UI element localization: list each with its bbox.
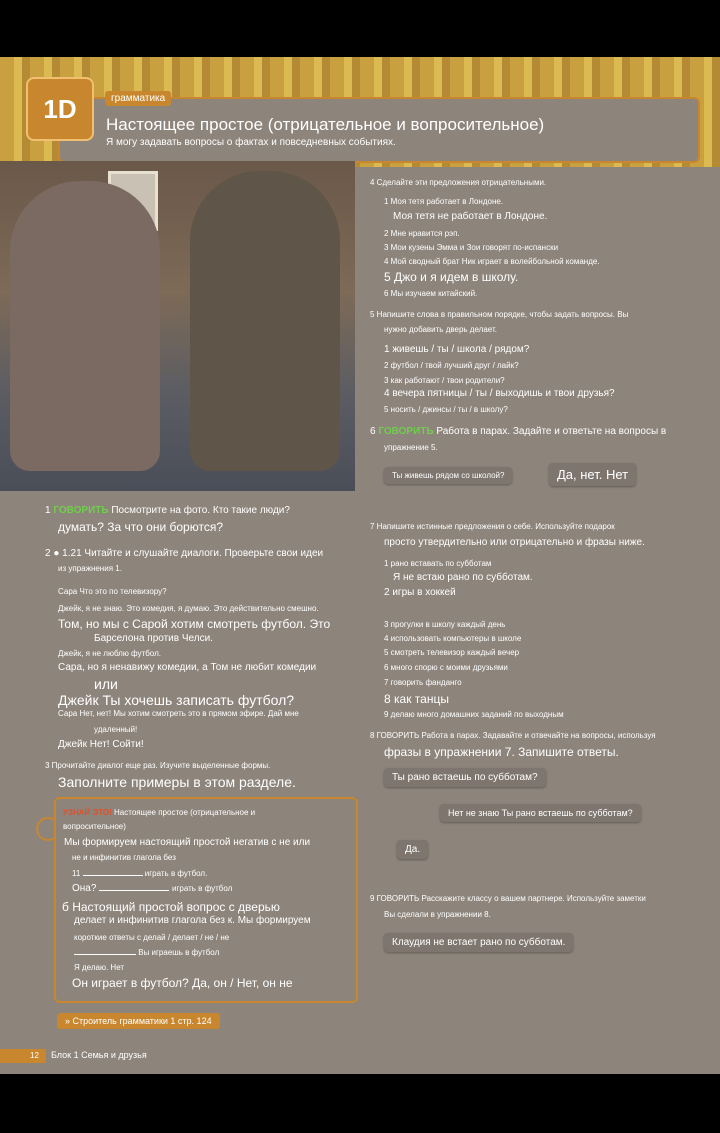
ex7-item: 3 прогулки в школу каждый день <box>384 620 506 629</box>
ex4-item: 5 Джо и я идем в школу. <box>384 270 519 284</box>
speech-bubble-question: Ты рано встаешь по субботам? <box>384 768 546 787</box>
dialogue-line: удаленный! <box>94 725 138 734</box>
ex9-instruction: 9 ГОВОРИТЬ Расскажите классу о вашем пар… <box>370 894 646 903</box>
teens-photo <box>0 161 355 491</box>
ex8-instruction-line2: фразы в упражнении 7. Запишите ответы. <box>384 745 619 759</box>
speech-bubble-statement: Клаудия не встает рано по субботам. <box>384 933 574 952</box>
learn-rule-a2: не и инфинитив глагола без <box>72 853 176 862</box>
dialogue-line: Сара Что это по телевизору? <box>58 587 167 596</box>
learn-rule-b1: б Настоящий простой вопрос с дверью <box>62 900 280 914</box>
ex5-item: 2 футбол / твой лучший друг / лайк? <box>384 361 519 370</box>
grammar-builder-link[interactable]: » Строитель грамматики 1 стр. 124 <box>57 1013 220 1029</box>
section-tag: грамматика <box>105 91 172 106</box>
dialogue-line: Джейк Ты хочешь записать футбол? <box>58 692 295 708</box>
ex9-instruction-line2: Вы сделали в упражнении 8. <box>384 910 491 919</box>
dialogue-line: или <box>94 676 118 692</box>
boy-figure <box>190 171 340 471</box>
girl-figure <box>10 181 160 471</box>
ex3-line2: Заполните примеры в этом разделе. <box>58 774 296 790</box>
ex4-example-answer: Моя тетя не работает в Лондоне. <box>393 211 548 222</box>
ex3-line1: 3 Прочитайте диалог еще раз. Изучите выд… <box>45 761 271 770</box>
ex5-item: 1 живешь / ты / школа / рядом? <box>384 344 530 355</box>
footer-label: Блок 1 Семья и друзья <box>51 1050 147 1060</box>
ex8-instruction: 8 ГОВОРИТЬ Работа в парах. Задавайте и о… <box>370 731 656 740</box>
learn-heading: УЗНАЙ ЭТО! Настоящее простое (отрицатель… <box>63 808 256 817</box>
learn-rule-b5: Я делаю. Нет <box>74 963 125 972</box>
ex7-item: 5 смотреть телевизор каждый вечер <box>384 648 520 657</box>
ex6-instruction-line2: упражнение 5. <box>384 443 438 452</box>
ex2-line2: из упражнения 1. <box>58 564 122 573</box>
dialogue-line: Джейк Нет! Сойти! <box>58 739 144 750</box>
ex7-item: 9 делаю много домашних заданий по выходн… <box>384 710 564 719</box>
speech-bubble-short: Да. <box>397 840 429 859</box>
ex7-item: 6 много спорю с моими друзьями <box>384 663 508 672</box>
learn-rule-b3: короткие ответы с делай / делает / не / … <box>74 933 230 942</box>
speech-bubble-question: Ты живешь рядом со школой? <box>384 467 513 484</box>
dialogue-line: Джейк, я не знаю. Это комедия, я думаю. … <box>58 604 319 613</box>
page-subtitle: Я могу задавать вопросы о фактах и повсе… <box>106 137 396 148</box>
learn-rule-b6: Он играет в футбол? Да, он / Нет, он не <box>72 976 293 990</box>
ex6-instruction: 6 ГОВОРИТЬ Работа в парах. Задайте и отв… <box>370 426 667 437</box>
ex7-item: 8 как танцы <box>384 692 449 706</box>
ex4-item: 1 Моя тетя работает в Лондоне. <box>384 197 504 206</box>
ex7-item: 2 игры в хоккей <box>384 587 456 598</box>
ex5-item: 5 носить / джинсы / ты / в школу? <box>384 405 508 414</box>
speech-bubble-answer: Нет не знаю Ты рано встаешь по субботам? <box>440 804 641 822</box>
learn-rule-a3: 11 играть в футбол. <box>72 869 208 878</box>
dialogue-line: Барселона против Челси. <box>94 633 213 644</box>
ex4-item: 3 Мои кузены Эмма и Зои говорят по-испан… <box>384 243 559 252</box>
audio-icon[interactable]: ● <box>53 548 59 559</box>
ex7-example-answer: Я не встаю рано по субботам. <box>393 572 533 583</box>
ex4-item: 2 Мне нравится рэп. <box>384 229 460 238</box>
ex5-item: 3 как работают / твои родители? <box>384 376 505 385</box>
ex7-item: 4 использовать компьютеры в школе <box>384 634 522 643</box>
page-title: Настоящее простое (отрицательное и вопро… <box>106 115 545 134</box>
ex7-instruction: 7 Напишите истинные предложения о себе. … <box>370 522 615 531</box>
ex1-line2: думать? За что они борются? <box>58 520 223 534</box>
learn-rule-a4: Она? играть в футбол <box>72 883 233 894</box>
ex7-instruction-line2: просто утвердительно или отрицательно и … <box>384 537 645 548</box>
learn-rule-b2: делает и инфинитив глагола без к. Мы фор… <box>74 915 311 926</box>
ex5-item: 4 вечера пятницы / ты / выходишь и твои … <box>384 388 615 399</box>
ex7-item: 7 говорить фанданго <box>384 678 462 687</box>
dialogue-line: Сара Нет, нет! Мы хотим смотреть это в п… <box>58 709 299 718</box>
dialogue-line: Джейк, я не люблю футбол. <box>58 649 161 658</box>
unit-badge: 1D <box>26 77 94 141</box>
ex1-line1: 1 ГОВОРИТЬ Посмотрите на фото. Кто такие… <box>45 505 290 516</box>
unit-badge-label: 1D <box>43 93 77 124</box>
ex4-instruction: 4 Сделайте эти предложения отрицательным… <box>370 178 547 187</box>
ex2-line1: 2 ● 1.21 Читайте и слушайте диалоги. Про… <box>45 548 324 559</box>
ex4-item: 6 Мы изучаем китайский. <box>384 289 478 298</box>
page-number: 12 <box>0 1049 46 1063</box>
learn-heading-line2: вопросительное) <box>63 822 126 831</box>
dialogue-line: Том, но мы с Сарой хотим смотреть футбол… <box>58 617 331 631</box>
ex4-item: 4 Мой сводный брат Ник играет в волейбол… <box>384 257 600 266</box>
textbook-page: 1D грамматика Настоящее простое (отрицат… <box>0 57 720 1074</box>
speech-bubble-answer: Да, нет. Нет <box>549 463 637 486</box>
ex7-item: 1 рано вставать по субботам <box>384 559 492 568</box>
ex5-instruction: 5 Напишите слова в правильном порядке, ч… <box>370 310 629 319</box>
learn-rule-a1: Мы формируем настоящий простой негатив с… <box>64 837 311 848</box>
dialogue-line: Сара, но я ненавижу комедии, а Том не лю… <box>58 662 317 673</box>
ex5-instruction-line2: нужно добавить дверь делает. <box>384 325 497 334</box>
learn-rule-b4: Вы играешь в футбол <box>74 948 219 957</box>
